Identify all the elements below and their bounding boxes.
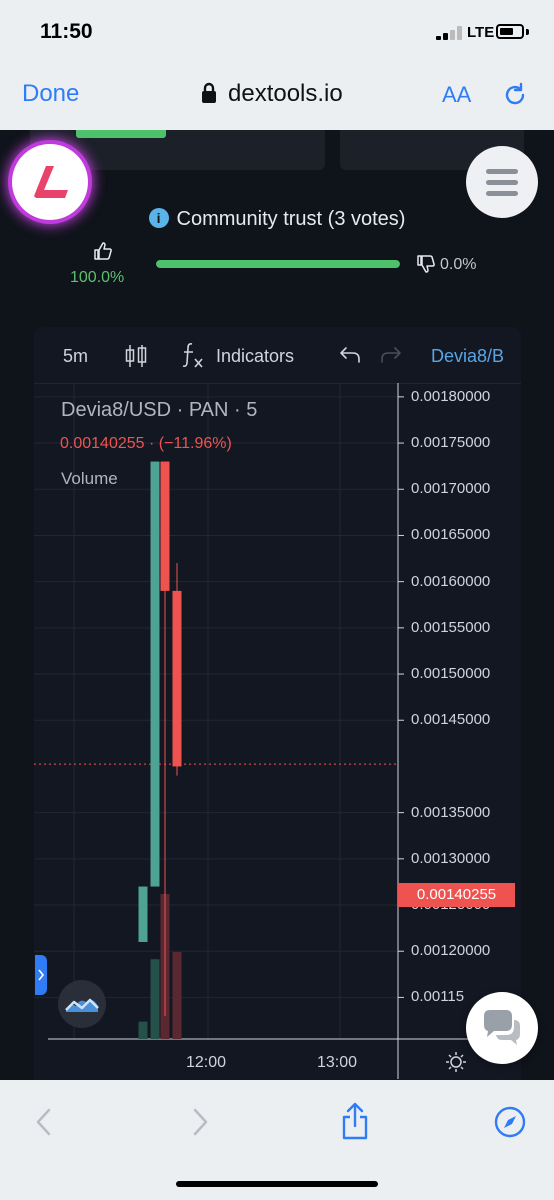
price-tick-label: 0.00130000: [411, 849, 491, 867]
compass-icon[interactable]: [494, 1106, 526, 1138]
browser-nav-bar: Done dextools.io AA: [0, 58, 554, 130]
card-accent: [76, 130, 166, 138]
done-button[interactable]: Done: [22, 80, 79, 108]
time-tick-label: 13:00: [317, 1054, 358, 1071]
redo-icon[interactable]: [380, 345, 402, 365]
indicators-button[interactable]: Indicators: [216, 346, 294, 367]
chat-button[interactable]: [466, 992, 538, 1064]
theme-toggle-icon[interactable]: [445, 1051, 467, 1073]
trust-up-percent: 100.0%: [70, 269, 125, 286]
menu-icon-line: [486, 191, 518, 196]
trust-progress-bar: [156, 260, 400, 268]
symbol-selector[interactable]: Devia8/B: [431, 346, 504, 367]
chart-panel: 5m Indicators Devia8/B Devia8/USD · PAN …: [34, 327, 521, 1080]
text-size-button[interactable]: AA: [442, 82, 471, 108]
text-size-label: AA: [442, 82, 472, 107]
thumb-up-icon[interactable]: [93, 241, 113, 261]
info-icon[interactable]: i: [148, 208, 169, 228]
price-tick-label: 0.00135000: [411, 803, 491, 821]
signal-icon: [436, 26, 462, 40]
price-tick-label: 0.00175000: [411, 434, 491, 452]
tradingview-icon: [65, 998, 99, 1012]
side-panel-handle[interactable]: [35, 955, 47, 995]
price-tick-label: 0.00155000: [411, 618, 491, 636]
tradingview-logo[interactable]: [58, 980, 106, 1028]
volume-bar: [172, 952, 182, 1039]
chat-icon: [484, 1010, 520, 1045]
candle-body: [138, 886, 148, 942]
chart-legend-volume: Volume: [61, 469, 118, 488]
chevron-right-icon: [38, 969, 45, 981]
share-icon[interactable]: [340, 1102, 370, 1140]
thumb-down-icon[interactable]: [416, 254, 436, 274]
lock-icon: [202, 82, 216, 103]
volume-bar: [150, 959, 160, 1039]
web-content: i Community trust (3 votes) 100.0% 0.0% 5…: [0, 130, 554, 1080]
time-tick-label: 12:00: [186, 1054, 227, 1071]
price-tick-label: 0.00145000: [411, 711, 491, 729]
price-tick-label: 0.00150000: [411, 665, 491, 683]
candle-body: [150, 461, 160, 887]
undo-icon[interactable]: [339, 345, 361, 365]
home-indicator: [176, 1181, 378, 1187]
volume-bar: [138, 1021, 148, 1039]
chart-legend-price: 0.00140255 · (−11.96%): [60, 435, 232, 452]
price-tick-label: 0.00160000: [411, 572, 491, 590]
menu-icon-line: [486, 169, 518, 174]
back-icon[interactable]: [34, 1106, 54, 1138]
url-field[interactable]: dextools.io: [228, 80, 343, 108]
interval-selector[interactable]: 5m: [63, 346, 88, 367]
browser-bottom-bar: [0, 1080, 554, 1200]
trust-progress-fill: [156, 260, 400, 268]
price-tick-label: 0.00180000: [411, 387, 491, 405]
candlestick-icon[interactable]: [124, 343, 148, 369]
community-trust-label: Community trust (3 votes): [176, 208, 406, 230]
price-tick-label: 0.00120000: [411, 942, 491, 960]
status-time: 11:50: [40, 20, 93, 43]
price-tick-label: 0.00165000: [411, 526, 491, 544]
chart-legend-title: Devia8/USD · PAN · 5: [61, 399, 258, 421]
candle-body: [172, 590, 182, 767]
forward-icon[interactable]: [190, 1106, 210, 1138]
last-price-tag: 0.00140255: [398, 883, 515, 907]
community-trust-title: i Community trust (3 votes): [0, 208, 554, 231]
network-type: LTE: [467, 24, 495, 41]
reload-icon[interactable]: [502, 82, 528, 108]
fx-icon[interactable]: [180, 341, 206, 369]
price-tick-label: 0.00170000: [411, 480, 491, 498]
menu-icon-line: [486, 180, 518, 185]
battery-icon: [496, 24, 524, 39]
trust-down-percent: 0.0%: [440, 256, 477, 273]
status-bar: 11:50 LTE: [0, 0, 554, 58]
battery-tip: [526, 29, 529, 35]
chart-toolbar: 5m Indicators Devia8/B: [34, 327, 521, 384]
candle-body: [160, 461, 170, 591]
price-tick-label: 0.00115: [411, 988, 465, 1006]
